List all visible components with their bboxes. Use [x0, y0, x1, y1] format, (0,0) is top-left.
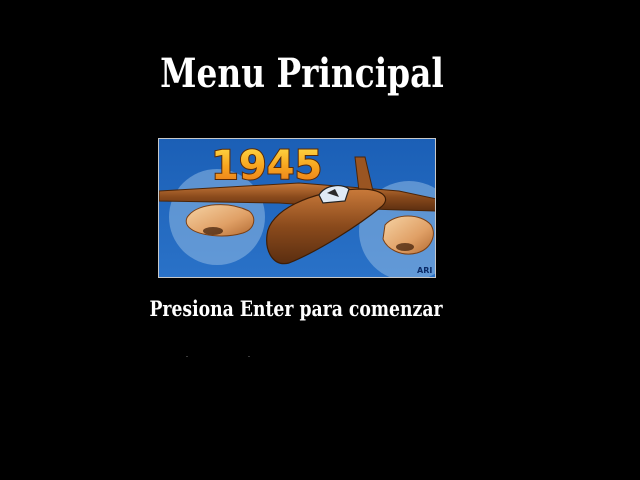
game-title-logo: 1945: [211, 143, 322, 189]
background-speck: [186, 356, 188, 357]
plane-illustration: 1945 ARI: [159, 139, 435, 277]
press-enter-prompt: Presiona Enter para comenzar: [149, 296, 443, 321]
menu-title: Menu Principal: [160, 50, 444, 97]
artist-signature: ARI: [417, 266, 432, 275]
game-screen[interactable]: Menu Principal 1945 ARI Presiona Enter p…: [0, 0, 640, 480]
background-speck: [248, 356, 250, 357]
game-banner: 1945 ARI: [158, 138, 436, 278]
